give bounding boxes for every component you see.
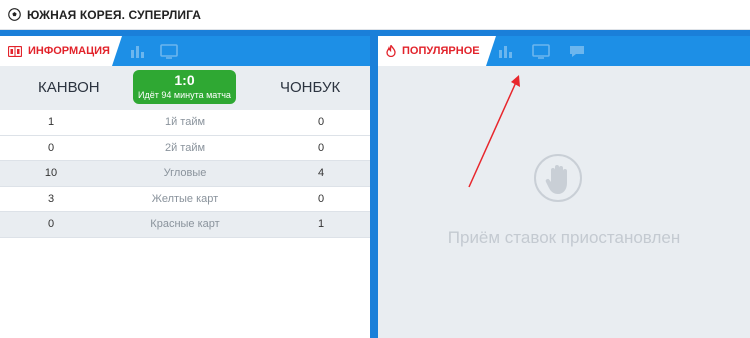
tv-icon[interactable]: [532, 43, 550, 59]
bets-suspended-message: Приём ставок приостановлен: [447, 228, 681, 247]
info-panel: ИНФОРМАЦИЯ КАНВОН 1:0 Идёт 94 минута мат…: [0, 36, 370, 338]
away-team-name: ЧОНБУК: [280, 79, 341, 96]
stat-away-value: 4: [317, 167, 325, 179]
league-header: ЮЖНАЯ КОРЕЯ. СУПЕРЛИГА: [0, 0, 750, 30]
annotation-arrow: [468, 75, 520, 188]
league-title: ЮЖНАЯ КОРЕЯ. СУПЕРЛИГА: [27, 7, 201, 22]
chart-icon[interactable]: [128, 43, 146, 59]
tab-popular[interactable]: ПОПУЛЯРНОЕ: [378, 36, 496, 66]
stat-row: 1 1й тайм 0: [0, 110, 370, 136]
info-tabbar: ИНФОРМАЦИЯ: [0, 36, 370, 66]
stat-row: 3 Желтые карт 0: [0, 187, 370, 212]
stop-hand-icon: [534, 154, 582, 202]
stat-label: Угловые: [163, 167, 207, 179]
main-area: ИНФОРМАЦИЯ КАНВОН 1:0 Идёт 94 минута мат…: [0, 30, 750, 338]
fire-icon: [386, 45, 396, 57]
tv-icon[interactable]: [160, 43, 178, 59]
stats-icon[interactable]: [496, 43, 514, 59]
popular-tabbar: ПОПУЛЯРНОЕ: [378, 36, 750, 66]
comment-icon[interactable]: [568, 43, 586, 59]
score-badge: 1:0 Идёт 94 минута матча: [133, 70, 236, 104]
tab-info[interactable]: ИНФОРМАЦИЯ: [0, 36, 122, 66]
home-team-name: КАНВОН: [38, 79, 100, 96]
tab-popular-label: ПОПУЛЯРНОЕ: [402, 45, 480, 57]
stat-away-value: 0: [317, 192, 325, 205]
scoreboard-icon: [8, 45, 22, 57]
stat-away-value: 1: [317, 218, 325, 230]
stat-label: 1й тайм: [164, 116, 206, 128]
stat-home-value: 10: [44, 167, 58, 179]
stat-row: 0 Красные карт 1: [0, 212, 370, 238]
stat-row: 0 2й тайм 0: [0, 136, 370, 161]
tab-info-label: ИНФОРМАЦИЯ: [28, 45, 110, 57]
match-header: КАНВОН 1:0 Идёт 94 минута матча ЧОНБУК: [0, 66, 370, 110]
stats-table: 1 1й тайм 0 0 2й тайм 0 10 Угловые 4 3 Ж…: [0, 110, 370, 238]
stat-home-value: 1: [47, 116, 55, 128]
match-score: 1:0: [174, 72, 195, 88]
stat-home-value: 0: [47, 218, 55, 230]
soccer-ball-icon: [8, 8, 21, 21]
stat-home-value: 3: [47, 192, 55, 205]
stat-label: Желтые карт: [151, 192, 219, 205]
stat-away-value: 0: [317, 141, 325, 154]
stat-away-value: 0: [317, 116, 325, 128]
match-status: Идёт 94 минута матча: [138, 90, 231, 100]
stat-label: 2й тайм: [164, 141, 206, 154]
stat-label: Красные карт: [150, 218, 220, 230]
popular-panel: ПОПУЛЯРНОЕ Приём ставок приостановлен: [378, 36, 750, 338]
stat-home-value: 0: [47, 141, 55, 154]
stat-row: 10 Угловые 4: [0, 161, 370, 187]
